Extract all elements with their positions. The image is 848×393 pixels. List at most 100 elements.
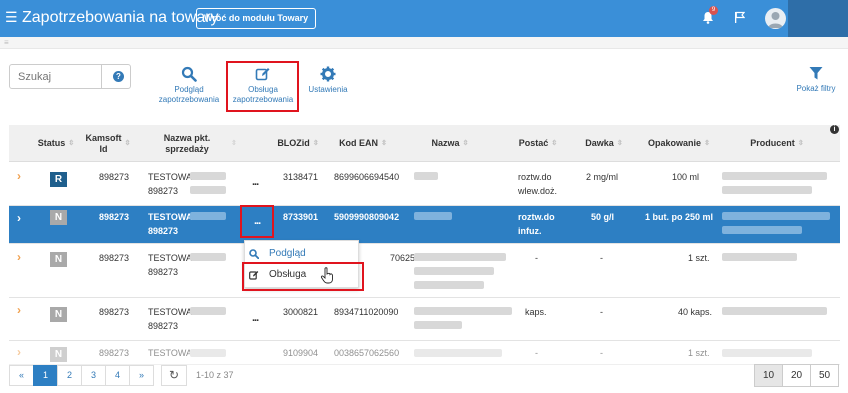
flag-icon[interactable]: [734, 11, 746, 27]
expand-chevron-icon[interactable]: ›: [17, 250, 21, 264]
show-filters-button[interactable]: Pokaż filtry: [792, 66, 840, 94]
col-kamsoft-label-1: Kamsoft: [85, 132, 122, 143]
page-size-50-button[interactable]: 50: [810, 364, 839, 387]
hand-cursor-icon: [320, 267, 334, 287]
sort-icon: ⇳: [704, 140, 710, 147]
refresh-icon[interactable]: ↻: [161, 365, 187, 386]
dawka: -: [600, 307, 603, 317]
bloz-id: 8733901: [283, 212, 319, 222]
page-first-button[interactable]: «: [9, 365, 34, 386]
preview-label-line2: zapotrzebowania: [158, 95, 220, 104]
pkt-code: 898273: [148, 267, 179, 277]
pkt-code: 898273: [148, 321, 179, 331]
page-3-button[interactable]: 3: [81, 365, 106, 386]
menu-item-preview[interactable]: Podgląd: [245, 244, 358, 264]
sort-icon: ⇳: [68, 140, 75, 147]
redacted-text: [722, 307, 827, 315]
redacted-text: [722, 349, 812, 357]
redacted-text: [414, 281, 484, 289]
redacted-text: [722, 212, 830, 220]
sort-icon[interactable]: ⇳: [231, 139, 237, 147]
table-row[interactable]: › R 898273 TESTOWA 898273 ... 3138471 86…: [9, 162, 840, 206]
search-input[interactable]: [10, 65, 102, 88]
expand-chevron-icon[interactable]: ›: [17, 345, 21, 359]
redacted-text: [722, 226, 802, 234]
col-nazwa-label: Nazwa: [431, 138, 460, 148]
search-icon: [249, 249, 259, 259]
redacted-text: [722, 186, 812, 194]
redacted-text: [190, 172, 226, 180]
redacted-text: [414, 267, 494, 275]
ean-code: 5909990809042: [334, 212, 400, 222]
kamsoft-id: 898273: [99, 307, 130, 317]
col-status-label: Status: [37, 138, 66, 148]
page-2-button[interactable]: 2: [57, 365, 82, 386]
info-icon[interactable]: i: [830, 125, 839, 134]
col-pkt-label-2: sprzedaży: [165, 143, 209, 154]
table-row-selected[interactable]: › N 898273 TESTOWA 898273 ... 8733901 59…: [9, 206, 840, 244]
col-producent[interactable]: Producent ⇳: [744, 125, 810, 162]
table-row[interactable]: › N 898273 TESTOWA 9109904 0038657062560…: [9, 341, 840, 365]
expand-chevron-icon[interactable]: ›: [17, 303, 21, 317]
col-pkt[interactable]: Nazwa pkt. sprzedaży: [157, 125, 217, 162]
ean-code: 8699606694540: [334, 172, 400, 182]
page-1-button[interactable]: 1: [33, 365, 58, 386]
redacted-text: [190, 307, 226, 315]
page-next-button[interactable]: »: [129, 365, 154, 386]
col-opakowanie[interactable]: Opakowanie ⇳: [643, 125, 715, 162]
col-ean[interactable]: Kod EAN ⇳: [334, 125, 392, 162]
page-4-button[interactable]: 4: [105, 365, 130, 386]
search-icon: [181, 66, 197, 82]
row-actions-button[interactable]: ...: [252, 312, 259, 324]
back-to-products-button[interactable]: Wróć do modułu Towary: [196, 8, 317, 29]
status-badge: N: [50, 307, 67, 322]
bloz-id: 9109904: [283, 348, 319, 358]
help-icon[interactable]: ?: [113, 71, 124, 82]
table-row[interactable]: › N 898273 TESTOWA 898273 ... 3000821 89…: [9, 298, 840, 341]
kamsoft-id: 898273: [99, 172, 130, 182]
settings-label: Ustawienia: [308, 85, 348, 94]
redacted-text: [414, 253, 506, 261]
dawka: -: [600, 348, 603, 358]
status-badge: N: [50, 252, 67, 267]
postac-1: kaps.: [525, 307, 547, 317]
pkt-code: 898273: [148, 186, 179, 196]
redacted-text: [190, 212, 226, 220]
page-range-text: 1-10 z 37: [196, 370, 234, 380]
page-size-20-button[interactable]: 20: [782, 364, 811, 387]
postac-1: -: [535, 253, 538, 263]
col-nazwa[interactable]: Nazwa ⇳: [426, 125, 474, 162]
bloz-id: 3138471: [283, 172, 319, 182]
postac-2: infuz.: [518, 226, 542, 236]
col-status[interactable]: Status ⇳: [35, 125, 77, 162]
drag-lines-icon: ≡: [4, 38, 9, 47]
postac-1: -: [535, 348, 538, 358]
page-title: Zapotrzebowania na towary: [22, 9, 219, 26]
col-dawka-label: Dawka: [585, 138, 614, 148]
sort-icon: ⇳: [312, 140, 319, 147]
col-dawka[interactable]: Dawka ⇳: [580, 125, 628, 162]
redacted-text: [190, 186, 226, 194]
preview-requisition-button[interactable]: Podgląd zapotrzebowania: [158, 66, 220, 105]
user-avatar-icon[interactable]: [765, 8, 786, 29]
page-size-10-button[interactable]: 10: [754, 364, 783, 387]
col-kamsoft[interactable]: Kamsoft Id ⇳: [85, 125, 131, 162]
table-row[interactable]: › N 898273 TESTOWA 898273 7062560 - - 1 …: [9, 244, 840, 298]
hamburger-menu-icon[interactable]: ☰: [5, 9, 18, 26]
col-blozid[interactable]: BLOZid ⇳: [274, 125, 322, 162]
col-kamsoft-label-2: Id: [99, 143, 108, 154]
kamsoft-id: 898273: [99, 253, 130, 263]
redacted-text: [414, 172, 438, 180]
kamsoft-id: 898273: [99, 212, 130, 222]
col-postac[interactable]: Postać ⇳: [514, 125, 562, 162]
sort-icon: ⇳: [616, 140, 623, 147]
menu-preview-label: Podgląd: [269, 248, 306, 259]
col-producent-label: Producent: [750, 138, 795, 148]
redacted-text: [414, 212, 452, 220]
col-opakowanie-label: Opakowanie: [648, 138, 702, 148]
expand-chevron-icon[interactable]: ›: [17, 169, 21, 183]
row-actions-button[interactable]: ...: [252, 176, 259, 188]
sort-icon: ⇳: [381, 140, 387, 147]
expand-chevron-icon[interactable]: ›: [17, 211, 21, 225]
settings-button[interactable]: Ustawienia: [306, 66, 350, 95]
